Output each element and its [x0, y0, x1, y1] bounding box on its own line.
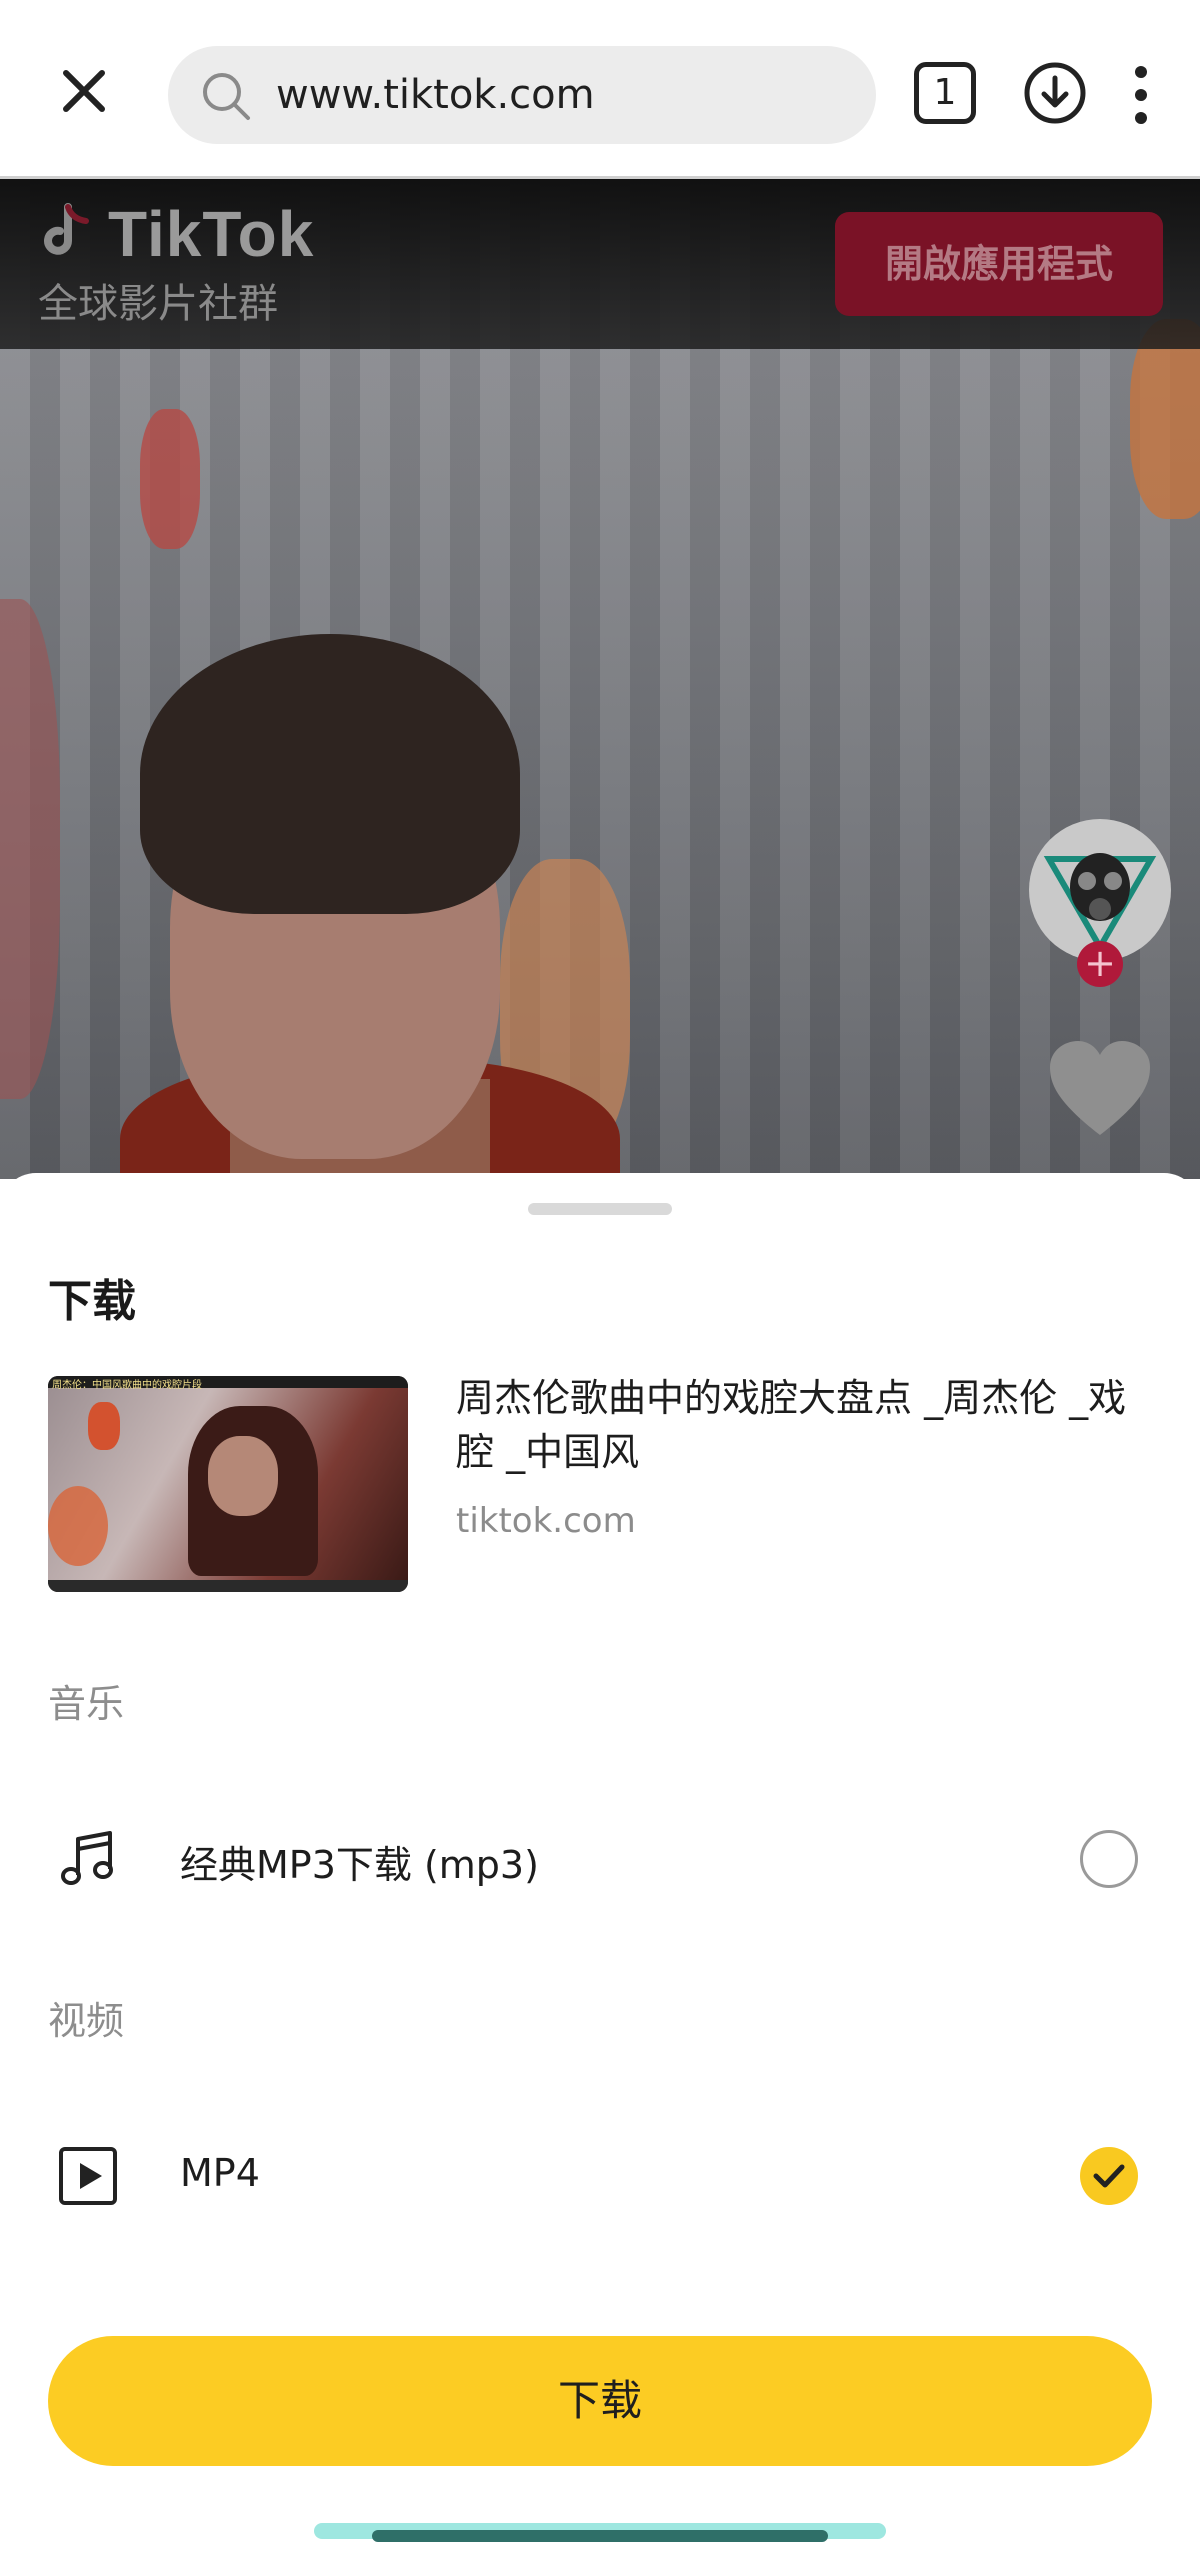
- tab-switcher-button[interactable]: 1: [914, 62, 976, 124]
- sheet-title: 下载: [48, 1276, 136, 1327]
- video-player[interactable]: TikTok 全球影片社群 開啟應用程式 +: [0, 179, 1200, 1179]
- url-text: www.tiktok.com: [276, 72, 595, 118]
- lantern-decoration: [140, 409, 200, 549]
- thumbnail-caption: 周杰伦：中国风歌曲中的戏腔片段: [52, 1380, 202, 1391]
- more-vert-icon[interactable]: [1126, 62, 1156, 128]
- thumbnail-face: [208, 1436, 278, 1516]
- browser-toolbar: www.tiktok.com 1: [0, 0, 1200, 179]
- tiktok-tagline: 全球影片社群: [38, 281, 278, 327]
- music-note-icon: [56, 1827, 120, 1891]
- tiktok-header: TikTok 全球影片社群 開啟應用程式: [0, 179, 1200, 349]
- creator-avatar[interactable]: [1029, 819, 1171, 961]
- lantern-decoration: [0, 599, 60, 1099]
- option-mp3[interactable]: 经典MP3下载 (mp3): [0, 1794, 1200, 1924]
- tiktok-logo-text: TikTok: [108, 198, 315, 270]
- url-bar[interactable]: www.tiktok.com: [168, 46, 876, 144]
- video-person-hair: [140, 634, 520, 914]
- option-mp4-radio[interactable]: [1080, 2147, 1138, 2205]
- sheet-drag-handle[interactable]: [528, 1203, 672, 1215]
- video-title: 周杰伦歌曲中的戏腔大盘点 _周杰伦 _戏腔 _中国风: [456, 1376, 1127, 1474]
- heart-icon[interactable]: [1046, 1039, 1154, 1139]
- close-icon[interactable]: [48, 55, 120, 127]
- video-thumbnail: 周杰伦：中国风歌曲中的戏腔片段: [48, 1376, 408, 1592]
- download-sheet: 下载 周杰伦：中国风歌曲中的戏腔片段 周杰伦歌曲中的戏腔大盘点 _周杰伦 _戏腔…: [0, 1173, 1200, 2565]
- thumbnail-lantern: [88, 1402, 120, 1450]
- check-icon: [1093, 2164, 1125, 2188]
- tiktok-note-icon: [38, 203, 94, 265]
- download-icon[interactable]: [1022, 60, 1088, 126]
- download-button[interactable]: 下载: [48, 2336, 1152, 2466]
- option-mp3-label: 经典MP3下载 (mp3): [180, 1843, 539, 1887]
- option-mp4-label: MP4: [180, 2151, 260, 2195]
- section-label-music: 音乐: [48, 1682, 125, 1726]
- option-mp3-radio[interactable]: [1080, 1830, 1138, 1888]
- play-box-icon: [56, 2144, 120, 2208]
- lantern-decoration: [1130, 319, 1200, 519]
- thumbnail-lantern: [48, 1486, 108, 1566]
- open-app-button[interactable]: 開啟應用程式: [835, 212, 1163, 316]
- thumbnail-bottom-band: [48, 1580, 408, 1592]
- section-label-video: 视频: [48, 1999, 125, 2043]
- search-icon: [198, 68, 254, 124]
- home-indicator[interactable]: [372, 2530, 828, 2542]
- option-mp4[interactable]: MP4: [0, 2111, 1200, 2241]
- video-source: tiktok.com: [456, 1501, 636, 1541]
- follow-plus-icon[interactable]: +: [1077, 941, 1123, 987]
